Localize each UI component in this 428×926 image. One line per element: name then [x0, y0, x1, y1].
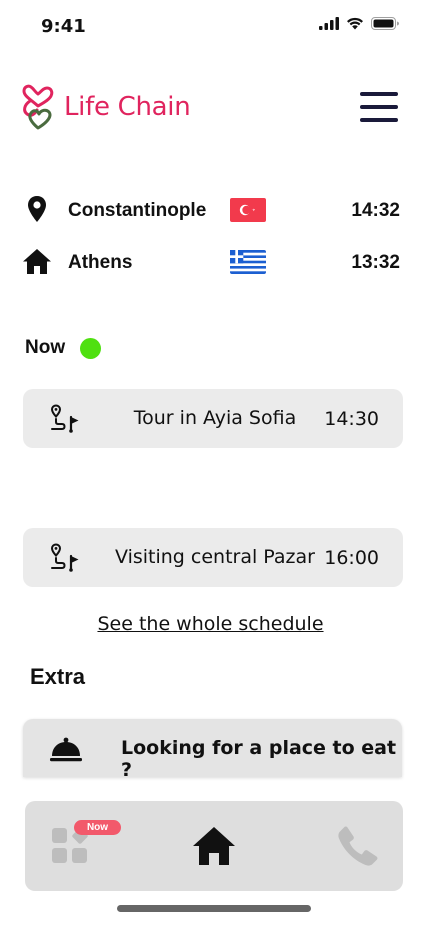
event-time: 14:30	[324, 407, 379, 430]
extra-item-label: Looking for a place to eat ?	[121, 737, 397, 777]
extra-section-title: Extra	[30, 664, 86, 689]
route-flag-icon	[50, 543, 79, 572]
event-title: Visiting central Pazar	[115, 546, 315, 568]
status-icons	[319, 17, 400, 30]
menu-line-icon	[360, 92, 398, 96]
location-name: Athens	[68, 252, 133, 273]
menu-line-icon	[360, 105, 398, 109]
app-name: Life Chain	[64, 92, 191, 122]
live-status-dot	[80, 338, 101, 359]
battery-icon	[371, 17, 399, 30]
signal-icon	[319, 17, 339, 30]
location-time: 14:32	[351, 200, 400, 221]
route-flag-icon	[50, 404, 79, 433]
turkey-flag-icon	[230, 198, 266, 222]
event-card[interactable]: Tour in Ayia Sofia 14:30	[23, 389, 403, 448]
see-schedule-link[interactable]: See the whole schedule	[0, 613, 421, 635]
wifi-icon	[347, 17, 363, 30]
menu-line-icon	[360, 118, 398, 122]
now-label: Now	[25, 337, 66, 358]
location-row-current: Constantinople 14:32	[0, 192, 428, 228]
bottom-navigation: Now	[25, 801, 403, 891]
life-chain-logo-icon	[22, 84, 54, 130]
greece-flag-icon	[230, 250, 266, 274]
home-icon	[23, 249, 51, 274]
phone-icon[interactable]	[337, 825, 379, 867]
event-card[interactable]: Visiting central Pazar 16:00	[23, 528, 403, 587]
event-time: 16:00	[324, 546, 379, 569]
find-restaurant-card[interactable]: Looking for a place to eat ?	[23, 719, 402, 777]
status-time: 9:41	[41, 16, 86, 37]
app-logo[interactable]: Life Chain	[20, 84, 191, 130]
new-badge: Now	[74, 820, 121, 835]
status-bar: 9:41	[0, 0, 428, 50]
location-row-home: Athens 13:32	[0, 244, 428, 280]
home-indicator	[117, 905, 311, 912]
hamburger-menu-button[interactable]	[360, 92, 398, 122]
location-time: 13:32	[351, 252, 400, 273]
food-cloche-icon	[50, 737, 82, 762]
app-header: Life Chain	[0, 82, 428, 134]
location-pin-icon	[28, 196, 46, 222]
event-title: Tour in Ayia Sofia	[133, 407, 297, 429]
home-icon[interactable]	[192, 824, 236, 868]
location-name: Constantinople	[68, 200, 207, 221]
